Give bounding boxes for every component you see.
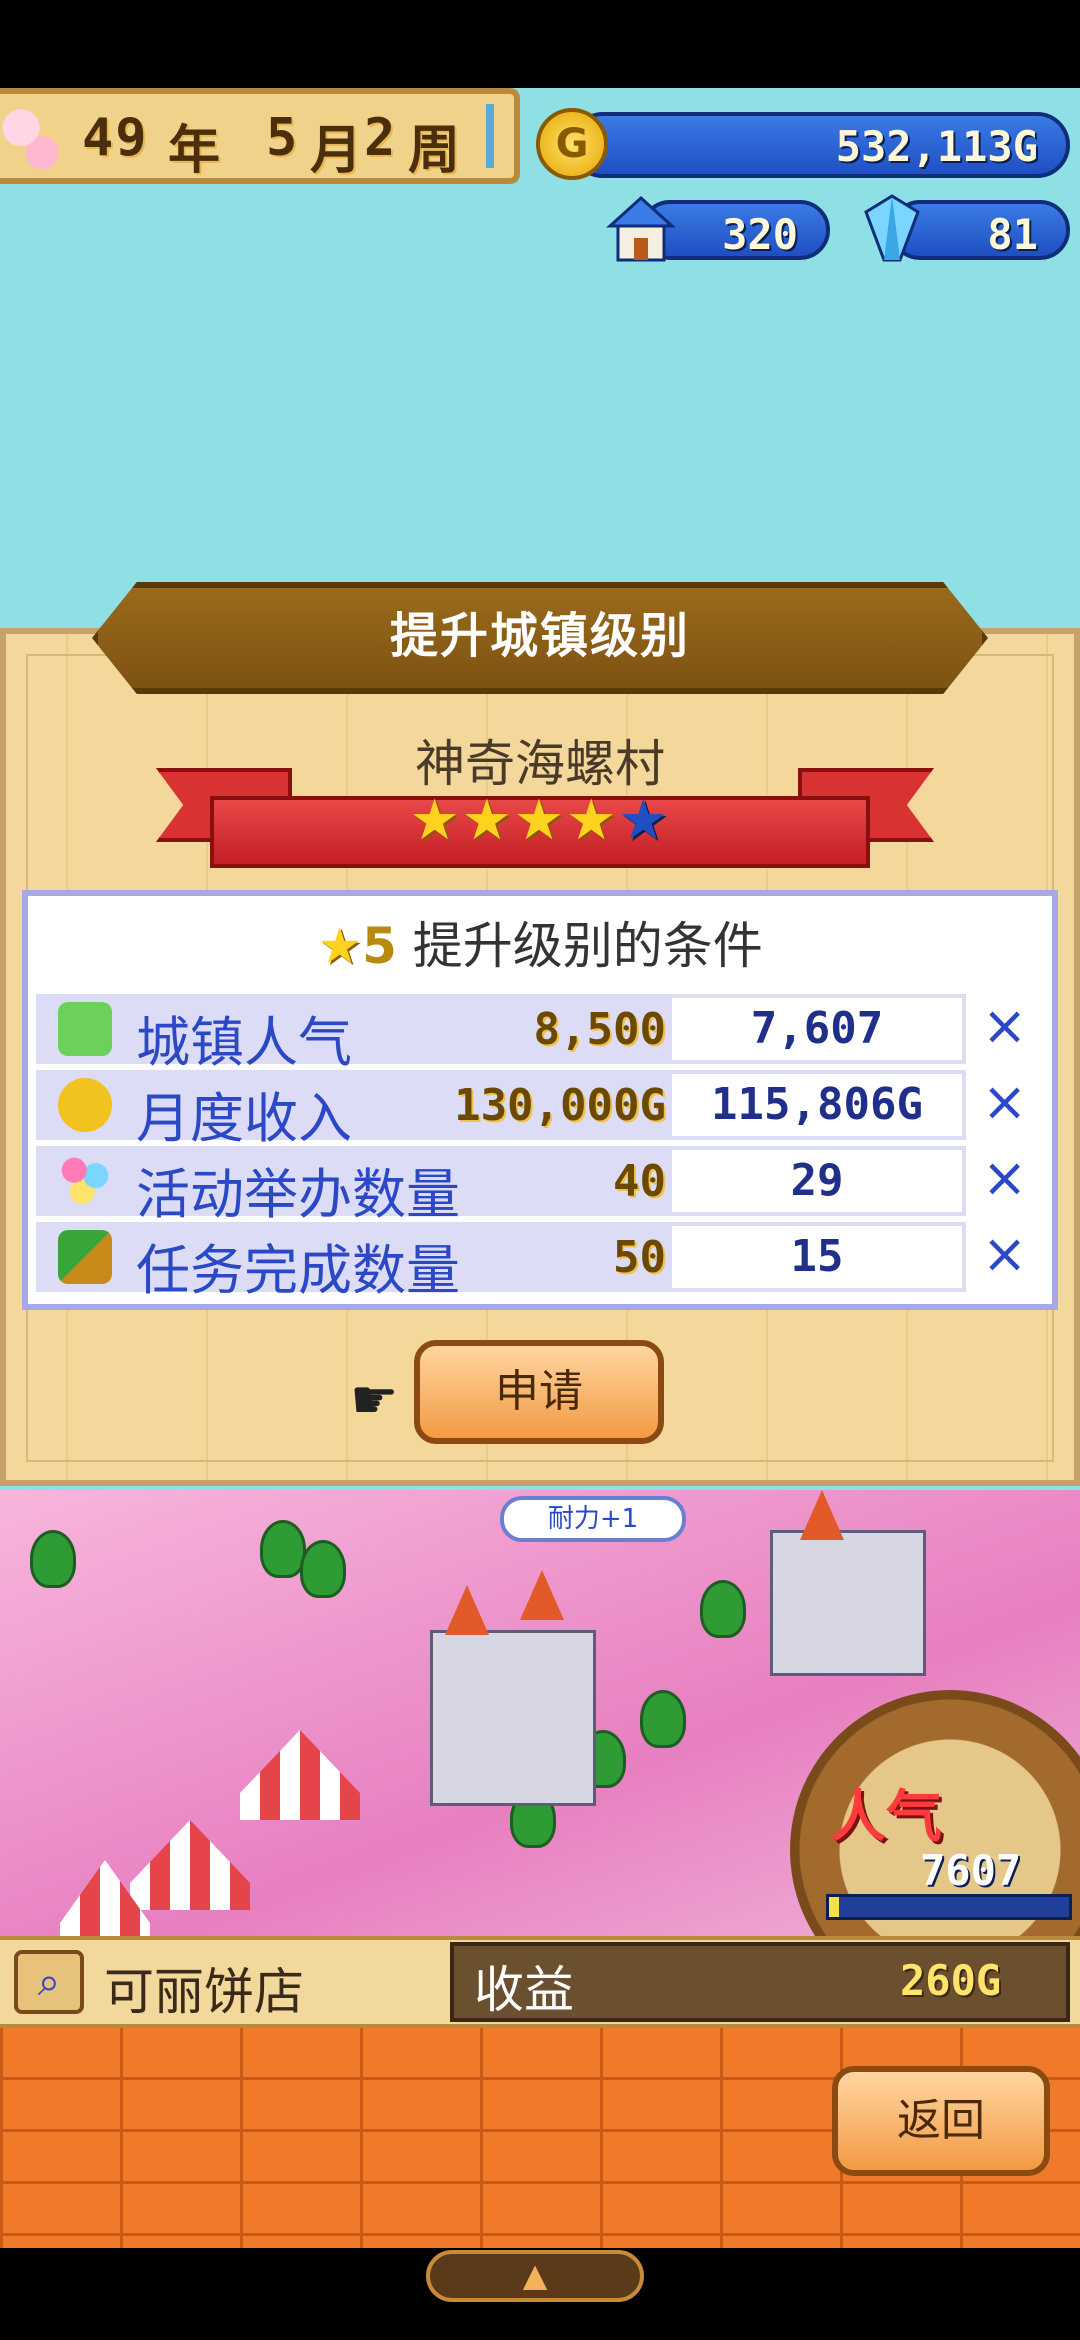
date-panel: 49 年 5 月 2 周 bbox=[0, 88, 520, 184]
target-level: 5 bbox=[362, 917, 397, 975]
condition-current: 7,607 bbox=[672, 998, 962, 1060]
shop-name: 可丽饼店 bbox=[104, 1963, 304, 2021]
circus-tent[interactable] bbox=[240, 1730, 360, 1820]
income-value: 260G bbox=[900, 1956, 1002, 2005]
condition-current: 115,806G bbox=[672, 1074, 962, 1136]
date-divider bbox=[486, 104, 494, 168]
pointing-hand-icon: ☛ bbox=[350, 1368, 399, 1431]
house-icon bbox=[606, 195, 676, 262]
condition-row-income: 月度收入 130,000G 115,806G × bbox=[36, 1070, 1027, 1150]
week-unit: 周 bbox=[408, 121, 463, 181]
apply-button[interactable]: 申请 bbox=[414, 1340, 664, 1444]
unmet-icon: × bbox=[982, 1222, 1028, 1285]
star-icon: ★ bbox=[409, 788, 462, 853]
rank-stars: ★★★★★ bbox=[210, 788, 870, 853]
conditions-title: 提升级别的条件 bbox=[412, 917, 763, 975]
quest-icon bbox=[58, 1230, 112, 1284]
condition-row-popularity: 城镇人气 8,500 7,607 × bbox=[36, 994, 1027, 1074]
popularity-bar-fill bbox=[829, 1897, 839, 1917]
castle-building[interactable] bbox=[430, 1630, 596, 1806]
popularity-label: 人气 bbox=[830, 1785, 942, 1850]
balloons-icon bbox=[58, 1154, 112, 1208]
tree-icon bbox=[30, 1530, 76, 1588]
condition-label: 任务完成数量 bbox=[136, 1239, 460, 1302]
castle-roof bbox=[520, 1570, 564, 1620]
tree-icon bbox=[300, 1540, 346, 1598]
castle-roof bbox=[445, 1585, 489, 1635]
status-bar bbox=[0, 0, 1080, 88]
star-icon: ★ bbox=[566, 788, 619, 853]
unmet-icon: × bbox=[982, 1070, 1028, 1133]
condition-label: 月度收入 bbox=[136, 1087, 352, 1150]
crystal-icon bbox=[864, 194, 920, 262]
star-empty-icon: ★ bbox=[618, 788, 671, 853]
star-icon: ★ bbox=[461, 788, 514, 853]
castle-building[interactable] bbox=[770, 1530, 926, 1676]
condition-current: 29 bbox=[672, 1150, 962, 1212]
tree-icon bbox=[700, 1580, 746, 1638]
gold-coin-icon: G bbox=[536, 108, 608, 180]
sakura-icon bbox=[0, 94, 70, 178]
condition-required: 130,000G bbox=[454, 1080, 666, 1131]
condition-current: 15 bbox=[672, 1226, 962, 1288]
conditions-heading: ★5 提升级别的条件 bbox=[0, 906, 1080, 978]
circus-tent[interactable] bbox=[130, 1820, 250, 1910]
stamina-tag: 耐力+1 bbox=[500, 1496, 686, 1542]
back-button[interactable]: 返回 bbox=[832, 2066, 1050, 2176]
tree-icon bbox=[640, 1690, 686, 1748]
dialog-title: 提升城镇级别 bbox=[389, 608, 690, 664]
popularity-icon bbox=[58, 1002, 112, 1056]
expand-menu-button[interactable]: ▲ bbox=[426, 2250, 644, 2302]
unmet-icon: × bbox=[982, 1146, 1028, 1209]
condition-required: 8,500 bbox=[533, 1004, 666, 1055]
week-value: 2 bbox=[364, 108, 398, 168]
month-unit: 月 bbox=[310, 121, 365, 181]
condition-row-events: 活动举办数量 40 29 × bbox=[36, 1146, 1027, 1226]
condition-required: 40 bbox=[613, 1156, 666, 1207]
year-value: 49 bbox=[82, 108, 149, 168]
unmet-icon: × bbox=[982, 994, 1028, 1057]
star-icon: ★ bbox=[513, 788, 567, 853]
year-unit: 年 bbox=[168, 121, 223, 181]
magnifier-icon[interactable]: ⌕ bbox=[14, 1950, 84, 2014]
condition-row-quests: 任务完成数量 50 15 × bbox=[36, 1222, 1027, 1302]
castle-roof bbox=[800, 1490, 844, 1540]
condition-label: 活动举办数量 bbox=[136, 1163, 460, 1226]
gold-coin-icon bbox=[58, 1078, 112, 1132]
money-bar: 532,113G bbox=[570, 112, 1070, 178]
crystal-count: 81 bbox=[987, 210, 1038, 259]
condition-required: 50 bbox=[613, 1232, 666, 1283]
money-value: 532,113G bbox=[835, 122, 1038, 171]
condition-label: 城镇人气 bbox=[136, 1011, 352, 1074]
house-count: 320 bbox=[722, 210, 798, 259]
income-label: 收益 bbox=[474, 1961, 574, 2019]
popularity-value: 7607 bbox=[920, 1846, 1022, 1895]
popularity-bar bbox=[826, 1894, 1072, 1920]
star-icon: ★ bbox=[317, 917, 363, 975]
month-value: 5 bbox=[266, 108, 300, 168]
